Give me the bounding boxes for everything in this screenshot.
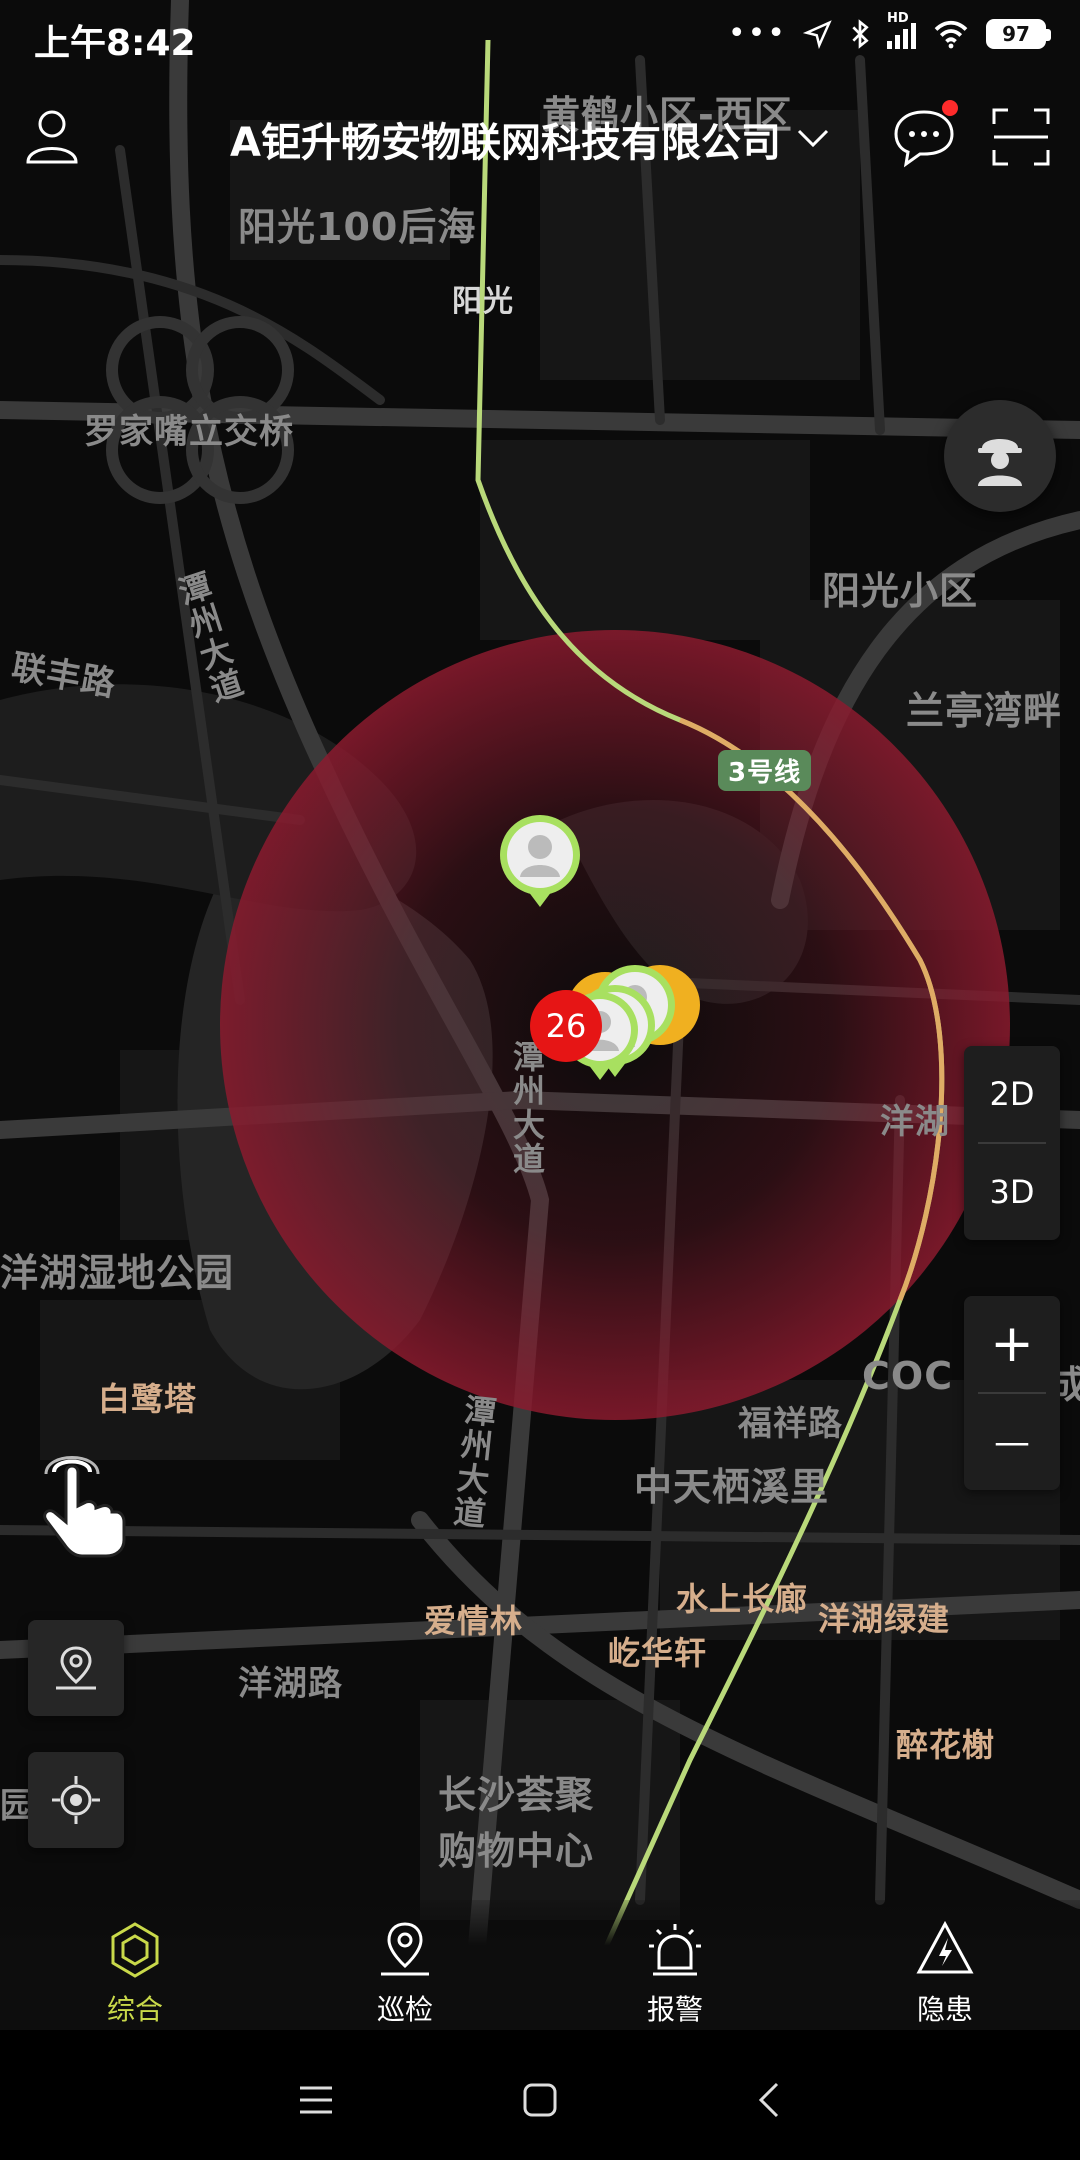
zoom-in-button[interactable]: + bbox=[964, 1296, 1060, 1392]
hazard-bolt-icon bbox=[916, 1920, 974, 1974]
map-label: 购物中心 bbox=[438, 1829, 595, 1873]
metro-line-badge: 3号线 bbox=[718, 750, 812, 791]
company-name: A钜升畅安物联网科技有限公司 bbox=[230, 120, 781, 166]
map-label: 白鹭塔 bbox=[98, 1380, 198, 1418]
wifi-icon bbox=[934, 20, 968, 48]
map-label: 长沙荟聚 bbox=[438, 1773, 595, 1817]
bluetooth-icon bbox=[852, 18, 869, 49]
tab-hazard[interactable]: 隐患 bbox=[845, 1920, 1045, 2028]
scan-icon[interactable] bbox=[990, 106, 1052, 168]
crosshair-icon bbox=[52, 1776, 100, 1824]
map-label: 罗家嘴立交桥 bbox=[84, 412, 294, 452]
battery-indicator: 97 bbox=[986, 18, 1051, 49]
zoom-out-button[interactable]: — bbox=[964, 1394, 1060, 1490]
home-button[interactable] bbox=[510, 2070, 570, 2130]
signal-icon: HD bbox=[887, 11, 916, 49]
view-3d-button[interactable]: 3D bbox=[964, 1144, 1060, 1240]
view-2d-button[interactable]: 2D bbox=[964, 1046, 1060, 1142]
alarm-siren-icon bbox=[649, 1924, 701, 1976]
zoom-controls: + — bbox=[964, 1296, 1060, 1490]
company-selector[interactable]: A钜升畅安物联网科技有限公司 bbox=[230, 110, 831, 168]
app-header: A钜升畅安物联网科技有限公司 bbox=[0, 100, 1080, 180]
map-label: 醉花榭 bbox=[896, 1726, 996, 1764]
map-label: 洋湖 bbox=[880, 1102, 950, 1142]
map-label: 兰亭湾畔 bbox=[906, 689, 1063, 733]
location-marker-button[interactable] bbox=[28, 1620, 124, 1716]
network-type-label: HD bbox=[887, 10, 909, 26]
map-label: 屹华轩 bbox=[608, 1634, 708, 1672]
more-dots-icon: ••• bbox=[727, 16, 787, 51]
map-label: 潭州大道 bbox=[508, 1040, 546, 1176]
status-icons: ••• HD 97 bbox=[727, 11, 1051, 51]
view-mode-toggle: 2D 3D bbox=[964, 1046, 1060, 1240]
home-square-icon bbox=[523, 2083, 557, 2117]
map-label: 洋湖路 bbox=[238, 1664, 343, 1704]
tab-label: 隐患 bbox=[916, 1993, 973, 2026]
tab-label: 巡检 bbox=[376, 1993, 433, 2026]
tab-inspection[interactable]: 巡检 bbox=[305, 1920, 505, 2028]
location-pin-icon bbox=[56, 1646, 96, 1690]
bottom-navigation: 综合 巡检 报警 隐患 bbox=[0, 1900, 1080, 2030]
map-label: 洋湖绿建 bbox=[818, 1600, 951, 1638]
unread-dot bbox=[942, 100, 958, 116]
menu-lines-icon bbox=[300, 2086, 332, 2114]
back-chevron-icon bbox=[758, 2082, 779, 2118]
alarm-cluster-badge[interactable]: 26 bbox=[530, 990, 602, 1062]
location-arrow-icon bbox=[803, 19, 832, 49]
system-navigation-bar bbox=[0, 2030, 1080, 2160]
tab-label: 综合 bbox=[106, 1993, 163, 2026]
map-label: 中天栖溪里 bbox=[634, 1465, 830, 1509]
menu-button[interactable] bbox=[286, 2070, 346, 2130]
chevron-down-icon bbox=[797, 129, 829, 148]
map-label: 阳光100后海 bbox=[238, 205, 477, 249]
status-bar: 上午8:42 ••• HD 97 bbox=[0, 0, 1080, 76]
location-pin-icon bbox=[381, 1922, 429, 1976]
status-time: 上午8:42 bbox=[34, 23, 196, 64]
back-button[interactable] bbox=[738, 2070, 798, 2130]
tab-overview[interactable]: 综合 bbox=[35, 1920, 235, 2028]
map-label: 阳光小区 bbox=[822, 569, 979, 613]
worker-avatar-icon bbox=[978, 439, 1022, 486]
personnel-avatar-button[interactable] bbox=[944, 400, 1056, 512]
tab-label: 报警 bbox=[646, 1993, 703, 2026]
hexagon-icon bbox=[111, 1922, 159, 1978]
my-location-button[interactable] bbox=[28, 1752, 124, 1848]
map-label: 洋湖湿地公园 bbox=[0, 1251, 235, 1295]
hand-pointer-icon[interactable] bbox=[26, 1452, 136, 1562]
map-label: COC bbox=[862, 1354, 954, 1398]
map-label: 福祥路 bbox=[738, 1404, 843, 1444]
map-label: 阳光 bbox=[452, 284, 514, 319]
map-label: 爱情林 bbox=[424, 1602, 524, 1640]
map-label: 水上长廊 bbox=[676, 1580, 809, 1618]
user-profile-icon[interactable] bbox=[20, 104, 84, 168]
map-view[interactable]: 黄鹤小区-西区 阳光100后海 阳光 罗家嘴立交桥 阳光小区 联丰路 潭州大道 … bbox=[0, 0, 1080, 2039]
tab-alarm[interactable]: 报警 bbox=[575, 1920, 775, 2028]
